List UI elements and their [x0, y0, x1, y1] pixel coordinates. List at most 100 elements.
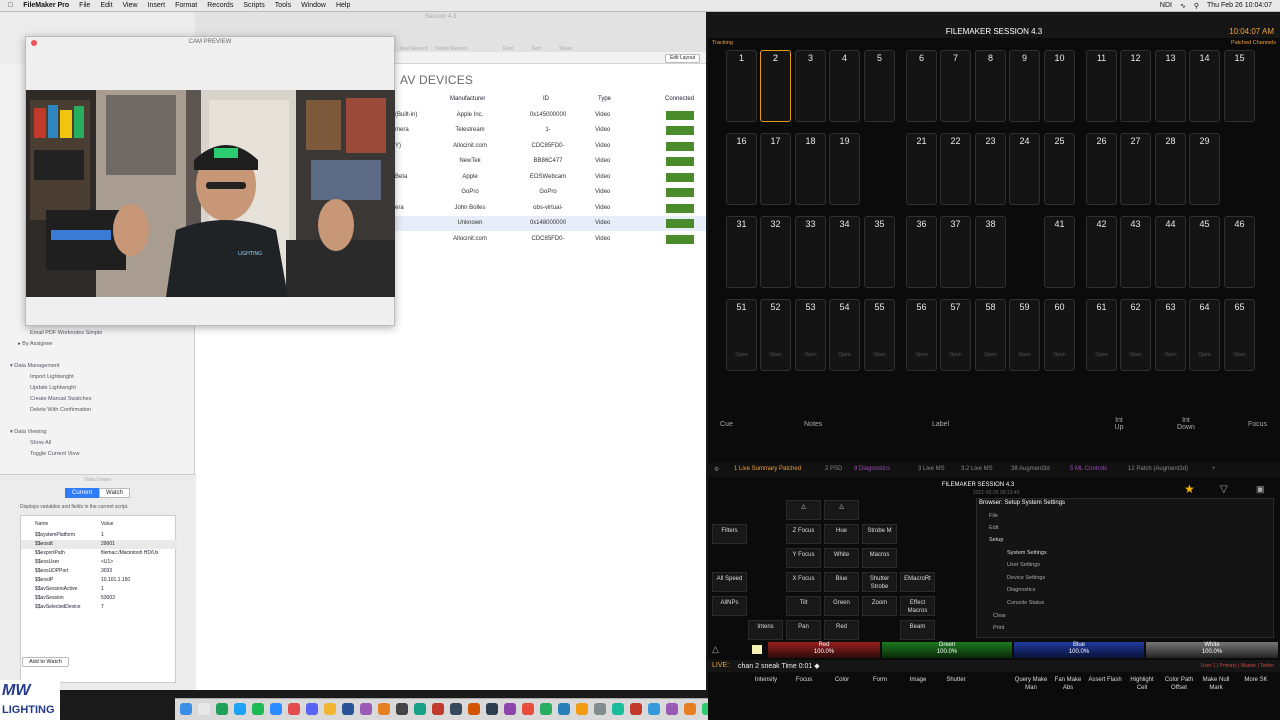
channel-46[interactable]: 46: [1224, 216, 1255, 288]
channel-36[interactable]: 36: [906, 216, 937, 288]
browser-item-file[interactable]: File: [989, 513, 998, 519]
connected-indicator[interactable]: [666, 142, 694, 151]
channel-13[interactable]: 13: [1155, 50, 1186, 122]
channel-8[interactable]: 8: [975, 50, 1006, 122]
channel-24[interactable]: 24: [1009, 133, 1040, 205]
allnps-button[interactable]: AllNPs: [712, 596, 747, 616]
softkey-fan[interactable]: Fan Make Abs: [1051, 676, 1085, 698]
col-manufacturer[interactable]: Manufacturer: [450, 96, 485, 102]
app-icon[interactable]: [342, 703, 354, 715]
menu-view[interactable]: View: [123, 2, 138, 9]
channel-22[interactable]: 22: [940, 133, 971, 205]
green-level[interactable]: Green 100.0%: [882, 642, 1012, 658]
softkey-highlight[interactable]: Highlight Cell: [1125, 676, 1159, 698]
up-arrow-icon[interactable]: △: [712, 644, 719, 655]
app-icon[interactable]: [486, 703, 498, 715]
channel-7[interactable]: 7: [940, 50, 971, 122]
col-cue[interactable]: Cue: [720, 421, 733, 428]
menu-records[interactable]: Records: [207, 2, 233, 9]
channel-15[interactable]: 15: [1224, 50, 1255, 122]
browser-item-clear[interactable]: Clear: [993, 613, 1006, 619]
channel-34[interactable]: 34: [829, 216, 860, 288]
tab-augment3d[interactable]: 38 Augment3d: [1011, 466, 1050, 472]
script-item[interactable]: Create Manual Swatches: [30, 396, 91, 402]
col-connected[interactable]: Connected: [665, 96, 694, 102]
variable-row[interactable]: $$eosUser <U1>: [21, 558, 177, 567]
channel-51[interactable]: 51 Open: [726, 299, 757, 371]
browser-item-system-settings[interactable]: System Settings: [1007, 550, 1047, 556]
tab-live-summary[interactable]: 1 Live Summary Patched: [734, 466, 801, 472]
browser-item-console-status[interactable]: Console Status: [1007, 600, 1044, 606]
edit-layout-button[interactable]: Edit Layout: [664, 54, 700, 63]
table-row-selected[interactable]: Unknown 0x148000000 Video: [395, 216, 706, 231]
param-blue[interactable]: Blue: [824, 572, 859, 592]
app-icon[interactable]: [666, 703, 678, 715]
param-x-focus[interactable]: X Focus: [786, 572, 821, 592]
app-icon[interactable]: [432, 703, 444, 715]
variable-row[interactable]: $$exportPath filemac:/Macintosh HD/Us: [21, 549, 177, 558]
channel-2[interactable]: 2: [760, 50, 791, 122]
menu-scripts[interactable]: Scripts: [243, 2, 264, 9]
all-speed-button[interactable]: All Speed: [712, 572, 747, 592]
app-icon[interactable]: [450, 703, 462, 715]
tab-patch[interactable]: 12 Patch (Augment3d): [1128, 466, 1188, 472]
softkey-query[interactable]: Query Make Man: [1014, 676, 1048, 698]
menu-format[interactable]: Format: [175, 2, 197, 9]
param-shutter-strobe[interactable]: Shutter Strobe: [862, 572, 897, 592]
spotify-icon[interactable]: [252, 703, 264, 715]
table-row[interactable]: Allocinit.com CDC85FD0- Video: [395, 232, 706, 247]
script-item[interactable]: Show All: [30, 440, 51, 446]
channel-54[interactable]: 54 Open: [829, 299, 860, 371]
add-tab-icon[interactable]: +: [1212, 466, 1216, 472]
channel-37[interactable]: 37: [940, 216, 971, 288]
param-tilt[interactable]: Tilt: [786, 596, 821, 616]
table-row[interactable]: (Built-in) Apple Inc. 0x145000000 Video: [395, 108, 706, 123]
red-level[interactable]: Red 100.0%: [768, 642, 880, 658]
add-to-watch-button[interactable]: Add to Watch: [22, 657, 69, 667]
menubar-clock[interactable]: Thu Feb 26 10:04:07: [1207, 2, 1272, 9]
param-beam[interactable]: Beam: [900, 620, 935, 640]
channel-52[interactable]: 52 Open: [760, 299, 791, 371]
channel-32[interactable]: 32: [760, 216, 791, 288]
variable-row[interactable]: $$avSelectedDevice 7: [21, 603, 177, 612]
connected-indicator[interactable]: [666, 235, 694, 244]
channel-21[interactable]: 21: [906, 133, 937, 205]
softkey-color[interactable]: Color: [824, 676, 860, 698]
variable-row[interactable]: $$eosdt 29001: [21, 540, 177, 549]
channel-35[interactable]: 35: [864, 216, 895, 288]
script-item[interactable]: Update Lightwright: [30, 385, 76, 391]
channel-19[interactable]: 19: [829, 133, 860, 205]
app-icon[interactable]: [648, 703, 660, 715]
col-name[interactable]: Name: [35, 521, 48, 527]
app-icon[interactable]: [576, 703, 588, 715]
tab-diagnostics[interactable]: 9 Diagnostics: [854, 466, 890, 472]
table-row[interactable]: era John Bolles obs-virtual- Video: [395, 201, 706, 216]
browser-item-user-settings[interactable]: User Settings: [1007, 562, 1040, 568]
menu-window[interactable]: Window: [301, 2, 326, 9]
channel-26[interactable]: 26: [1086, 133, 1117, 205]
channel-14[interactable]: 14: [1189, 50, 1220, 122]
ndi-status[interactable]: NDI: [1160, 2, 1172, 9]
channel-5[interactable]: 5: [864, 50, 895, 122]
softkey-color-path[interactable]: Color Path Offset: [1162, 676, 1196, 698]
variable-row[interactable]: $$eosIP 10.101.1.150: [21, 576, 177, 585]
gear-icon[interactable]: ⚙: [714, 466, 719, 473]
app-icon[interactable]: [288, 703, 300, 715]
browser-item-setup[interactable]: Setup: [989, 537, 1003, 543]
connected-indicator[interactable]: [666, 111, 694, 120]
app-icon[interactable]: [540, 703, 552, 715]
apple-icon[interactable]: : [8, 2, 13, 9]
app-icon[interactable]: [396, 703, 408, 715]
softkey-assert[interactable]: Assert Flash: [1088, 676, 1122, 698]
col-label[interactable]: Label: [932, 421, 949, 428]
col-focus[interactable]: Focus: [1248, 421, 1267, 428]
menu-file[interactable]: File: [79, 2, 90, 9]
filters-button[interactable]: Filters: [712, 524, 747, 544]
script-group-data-viewing[interactable]: ▾ Data Viewing: [10, 429, 47, 435]
connected-indicator[interactable]: [666, 157, 694, 166]
table-row[interactable]: GoPro GoPro Video: [395, 185, 706, 200]
channel-4[interactable]: 4: [829, 50, 860, 122]
param-red[interactable]: Red: [824, 620, 859, 640]
script-item[interactable]: Import Lightwright: [30, 374, 74, 380]
softkey-image[interactable]: Image: [900, 676, 936, 698]
